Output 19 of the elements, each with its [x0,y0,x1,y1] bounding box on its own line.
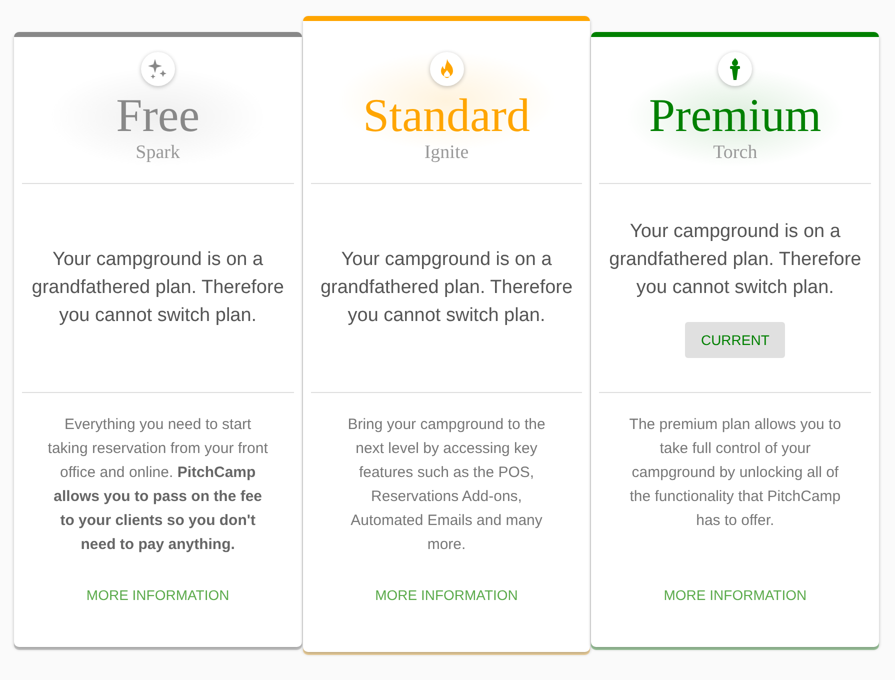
plan-description: Bring your campground to the next level by accessing key features such as the POS, Reservations Add-ons, Automated Emails and many more. [346,415,546,555]
current-button[interactable]: CURRENT [684,322,786,358]
plan-message: Your campground is on a grandfathered plan. Therefore you cannot switch plan. [30,248,285,328]
more-information-link[interactable]: MORE INFORMATION [375,583,518,607]
more-information-link[interactable]: MORE INFORMATION [86,583,230,607]
torch-icon [729,58,742,80]
plan-description: Everything you need to start taking reservation from your front office and online. PitchCamp allows you to pass on the fee to your clients so you don't need to pay anything. [46,415,269,555]
plan-message: Your campground is on a grandfathered plan. Therefore you cannot switch plan. [319,248,574,328]
plan-message: Your campground is on a grandfathered plan. Therefore you cannot switch plan. [608,220,862,300]
more-information-link[interactable]: MORE INFORMATION [664,583,807,607]
plan-subtitle: Ignite [424,142,469,164]
sparkles-icon [146,58,169,80]
plan-description: The premium plan allows you to take full control of your campground by unlocking all of the functionality that PitchCamp has to offer. [628,415,842,531]
plan-title: Premium [649,90,822,142]
plan-title: Free [116,90,200,142]
plan-subtitle: Spark [136,142,180,164]
plan-subtitle: Torch [713,142,758,164]
plan-title: Standard [362,90,530,142]
flame-icon [438,59,454,79]
